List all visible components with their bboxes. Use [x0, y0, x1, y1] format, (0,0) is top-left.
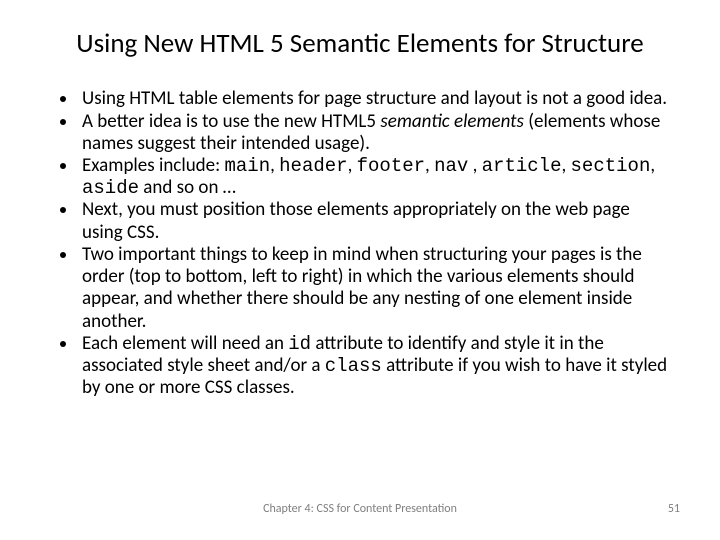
slide: Using New HTML 5 Semantic Elements for S… — [0, 0, 720, 540]
bullet-text: Next, you must position those elements a… — [82, 198, 630, 243]
bullet-text: and so on … — [139, 176, 236, 199]
code-text: footer — [357, 155, 425, 177]
sep-text: , — [650, 154, 655, 177]
code-text: class — [325, 355, 382, 377]
code-text: header — [279, 155, 347, 177]
footer-chapter: Chapter 4: CSS for Content Presentation — [0, 502, 720, 516]
sep-text: , — [348, 154, 357, 177]
bullet-item: Two important things to keep in mind whe… — [78, 244, 670, 333]
sep-text: , — [270, 154, 279, 177]
bullet-text: Each element will need an — [82, 332, 288, 355]
code-text: nav — [434, 155, 468, 177]
bullet-list: Using HTML table elements for page struc… — [50, 88, 670, 399]
bullet-item: Each element will need an id attribute t… — [78, 333, 670, 400]
code-text: main — [225, 155, 271, 177]
bullet-text: Examples include: — [82, 154, 225, 177]
code-text: article — [482, 155, 562, 177]
bullet-item: Next, you must position those elements a… — [78, 199, 670, 243]
sep-text: , — [468, 154, 481, 177]
slide-title: Using New HTML 5 Semantic Elements for S… — [50, 28, 670, 60]
page-number: 51 — [668, 502, 680, 516]
bullet-item: A better idea is to use the new HTML5 se… — [78, 111, 670, 155]
bullet-item: Using HTML table elements for page struc… — [78, 88, 670, 110]
sep-text: , — [561, 154, 570, 177]
code-text: section — [571, 155, 651, 177]
italic-text: semantic elements — [380, 110, 524, 133]
bullet-text: Two important things to keep in mind whe… — [82, 243, 642, 333]
code-text: id — [288, 333, 311, 355]
bullet-item: Examples include: main, header, footer, … — [78, 155, 670, 199]
code-text: aside — [82, 177, 139, 199]
sep-text: , — [425, 154, 434, 177]
bullet-text: A better idea is to use the new HTML5 — [82, 110, 380, 133]
bullet-text: Using HTML table elements for page struc… — [82, 87, 667, 110]
